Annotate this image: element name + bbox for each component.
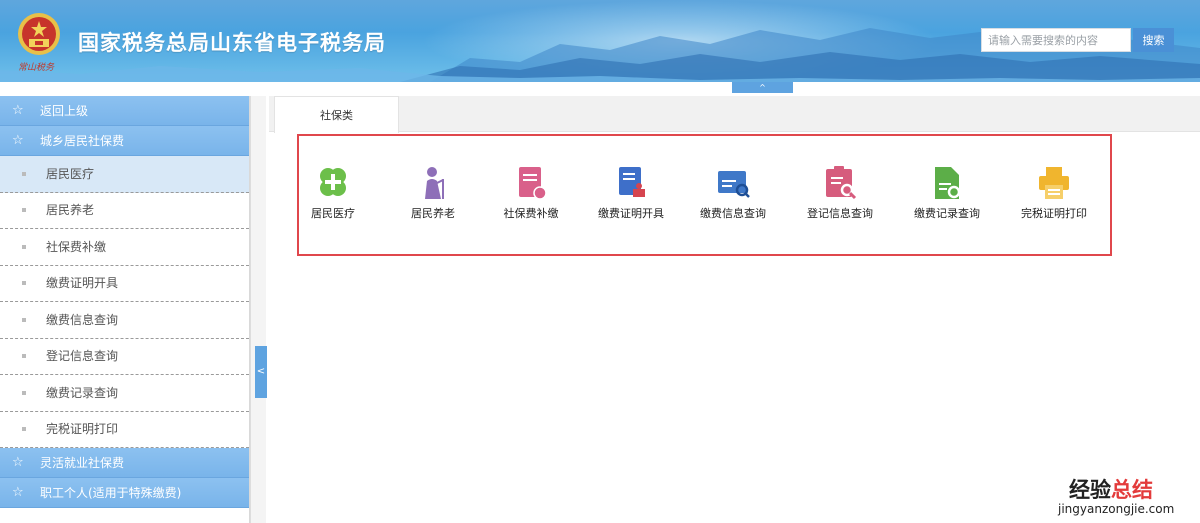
bullet-icon xyxy=(22,354,26,359)
watermark-title-accent: 总结 xyxy=(1111,478,1153,502)
sidebar-item-label: 缴费证明开具 xyxy=(46,276,119,291)
watermark-title-main: 经验 xyxy=(1069,478,1111,502)
sidebar: ☆ 返回上级 ☆ 城乡居民社保费 居民医疗 居民养老 社保费补缴 缴费证明开具 … xyxy=(0,96,250,523)
bullet-icon xyxy=(22,317,26,322)
sidebar-item-tax-certificate-print[interactable]: 完税证明打印 xyxy=(0,412,249,448)
sidebar-group-flexible-employment[interactable]: ☆ 灵活就业社保费 xyxy=(0,448,249,478)
sidebar-item-payment-info-query[interactable]: 缴费信息查询 xyxy=(0,302,249,339)
document-payment-icon xyxy=(519,167,547,200)
bullet-icon xyxy=(22,171,26,176)
bullet-icon xyxy=(22,244,26,249)
sidebar-group-label: 职工个人(适用于特殊缴费) xyxy=(40,485,182,500)
watermark-url: jingyanzongjie.com xyxy=(1058,502,1175,516)
tax-emblem-icon xyxy=(18,13,60,55)
search-input[interactable] xyxy=(981,28,1131,52)
sidebar-item-resident-pension[interactable]: 居民养老 xyxy=(0,193,249,229)
sidebar-item-resident-medical[interactable]: 居民医疗 xyxy=(0,156,249,193)
sidebar-item-supplementary-payment[interactable]: 社保费补缴 xyxy=(0,229,249,266)
bullet-icon xyxy=(22,208,26,213)
certificate-stamp-icon xyxy=(619,167,645,197)
sidebar-group-resident-social-security[interactable]: ☆ 城乡居民社保费 xyxy=(0,126,249,156)
header-banner: 常山税务 国家税务总局山东省电子税务局 搜索 xyxy=(0,0,1200,82)
sidebar-back[interactable]: ☆ 返回上级 xyxy=(0,96,249,126)
sidebar-item-label: 社保费补缴 xyxy=(46,239,107,254)
sidebar-item-label: 缴费记录查询 xyxy=(46,385,119,400)
sidebar-item-label: 缴费信息查询 xyxy=(46,312,119,327)
app-label: 缴费证明开具 xyxy=(598,207,664,220)
star-icon: ☆ xyxy=(12,484,24,500)
sidebar-item-label: 登记信息查询 xyxy=(46,349,119,364)
app-payment-info-query[interactable]: 缴费信息查询 xyxy=(683,165,783,225)
search-button[interactable]: 搜索 xyxy=(1133,28,1174,52)
tab-bar xyxy=(269,96,1200,132)
bullet-icon xyxy=(22,427,26,432)
app-resident-medical[interactable]: 居民医疗 xyxy=(283,165,383,225)
app-label: 社保费补缴 xyxy=(503,207,559,220)
app-label: 缴费信息查询 xyxy=(700,207,766,220)
sidebar-collapse-button[interactable]: < xyxy=(255,346,267,398)
app-tax-certificate-print[interactable]: 完税证明打印 xyxy=(1004,165,1104,225)
app-label: 完税证明打印 xyxy=(1021,207,1087,220)
sidebar-group-label: 灵活就业社保费 xyxy=(40,455,125,470)
emblem-script-text: 常山税务 xyxy=(18,63,55,73)
record-search-icon xyxy=(935,167,961,199)
sidebar-group-label: 城乡居民社保费 xyxy=(40,133,125,148)
sidebar-item-label: 居民医疗 xyxy=(46,166,95,181)
app-payment-record-query[interactable]: 缴费记录查询 xyxy=(897,165,997,225)
bullet-icon xyxy=(22,390,26,395)
sidebar-back-label: 返回上级 xyxy=(40,103,89,118)
collapse-header-button[interactable]: ^ xyxy=(732,82,793,93)
app-supplementary-payment[interactable]: 社保费补缴 xyxy=(481,165,581,225)
app-resident-pension[interactable]: 居民养老 xyxy=(383,165,483,225)
app-registration-query[interactable]: 登记信息查询 xyxy=(790,165,890,225)
app-label: 居民医疗 xyxy=(311,207,355,220)
payment-card-search-icon xyxy=(718,171,750,198)
sidebar-item-payment-record-query[interactable]: 缴费记录查询 xyxy=(0,375,249,412)
tab-social-security[interactable]: 社保类 xyxy=(274,96,399,133)
bullet-icon xyxy=(22,281,26,286)
registration-search-icon xyxy=(826,166,857,200)
app-label: 登记信息查询 xyxy=(807,207,873,220)
star-icon: ☆ xyxy=(12,102,24,118)
medical-cross-icon xyxy=(320,168,346,196)
sidebar-item-label: 居民养老 xyxy=(46,203,95,218)
app-label: 居民养老 xyxy=(411,207,455,220)
site-title: 国家税务总局山东省电子税务局 xyxy=(78,31,386,55)
elderly-person-icon xyxy=(425,167,444,199)
star-icon: ☆ xyxy=(12,132,24,148)
star-icon: ☆ xyxy=(12,454,24,470)
sidebar-splitter xyxy=(250,96,266,523)
sidebar-group-employee-individual[interactable]: ☆ 职工个人(适用于特殊缴费) xyxy=(0,478,249,508)
printer-icon xyxy=(1039,167,1069,199)
app-label: 缴费记录查询 xyxy=(914,207,980,220)
watermark-title: 经验总结 xyxy=(1069,474,1153,504)
sidebar-item-label: 完税证明打印 xyxy=(46,422,119,437)
app-payment-certificate[interactable]: 缴费证明开具 xyxy=(581,165,681,225)
sidebar-item-registration-query[interactable]: 登记信息查询 xyxy=(0,339,249,375)
sidebar-item-payment-certificate[interactable]: 缴费证明开具 xyxy=(0,266,249,302)
